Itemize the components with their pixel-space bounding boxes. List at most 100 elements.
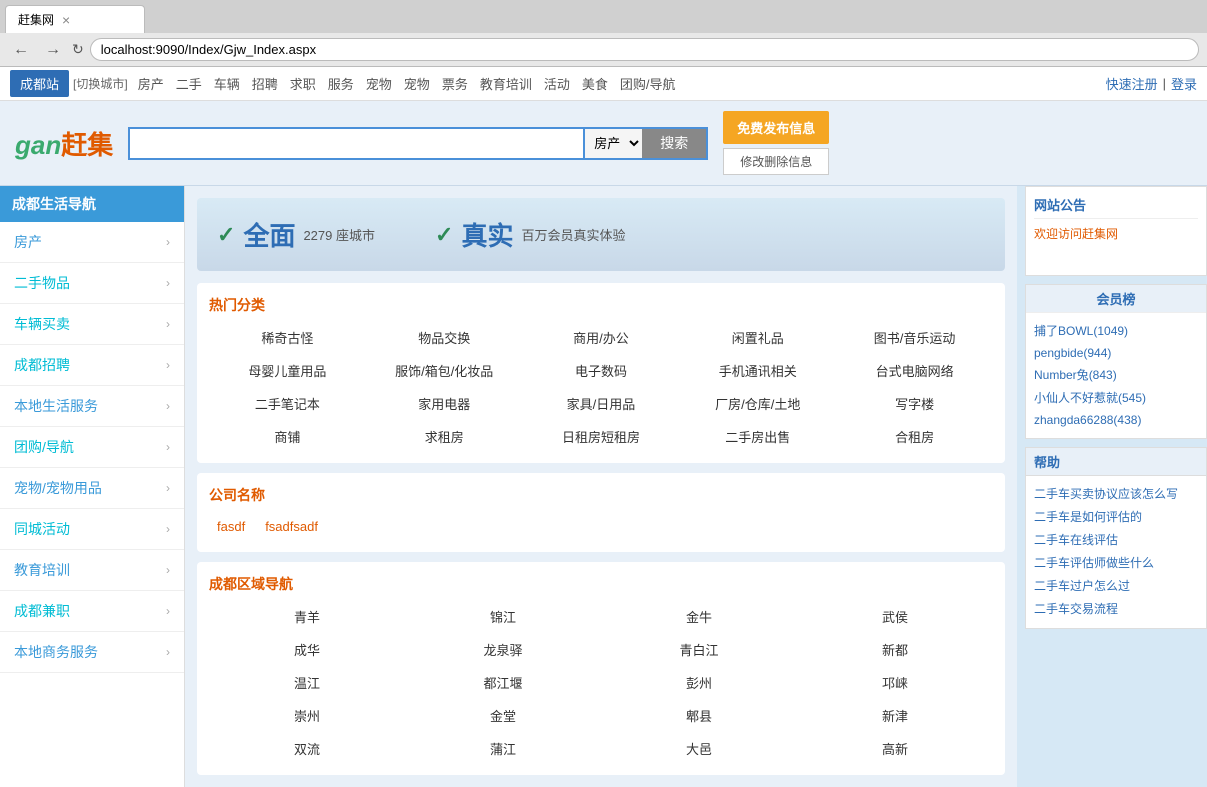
sidebar-item-secondhand[interactable]: 二手物品 › [0, 263, 184, 304]
nav-link-service[interactable]: 服务 [328, 74, 354, 93]
cat-item-17[interactable]: 日租房短租房 [523, 422, 680, 451]
sidebar-item-edu[interactable]: 教育培训 › [0, 550, 184, 591]
member-link-0[interactable]: 捕了BOWL(1049) [1034, 324, 1128, 338]
nav-link-job[interactable]: 求职 [290, 74, 316, 93]
district-item-6[interactable]: 青白江 [601, 635, 797, 664]
district-item-11[interactable]: 邛崃 [797, 668, 993, 697]
help-title: 帮助 [1026, 448, 1206, 476]
cat-item-14[interactable]: 写字楼 [836, 389, 993, 418]
cat-item-7[interactable]: 电子数码 [523, 356, 680, 385]
browser-tab[interactable]: 赶集网 × [5, 5, 145, 33]
district-item-7[interactable]: 新都 [797, 635, 993, 664]
nav-link-activity[interactable]: 活动 [544, 74, 570, 93]
district-item-3[interactable]: 武侯 [797, 602, 993, 631]
district-item-1[interactable]: 锦江 [405, 602, 601, 631]
nav-link-vehicle[interactable]: 车辆 [214, 74, 240, 93]
district-item-10[interactable]: 彭州 [601, 668, 797, 697]
sidebar-item-business[interactable]: 本地商务服务 › [0, 632, 184, 673]
member-item-1: pengbide(944) [1034, 342, 1198, 363]
nav-link-house[interactable]: 房产 [138, 74, 164, 93]
switch-city-link[interactable]: [切换城市] [73, 75, 128, 92]
cat-item-11[interactable]: 家用电器 [366, 389, 523, 418]
cat-item-3[interactable]: 闲置礼品 [679, 323, 836, 352]
sidebar-item-activity[interactable]: 同城活动 › [0, 509, 184, 550]
reload-button[interactable]: ↻ [72, 41, 84, 58]
cat-item-10[interactable]: 二手笔记本 [209, 389, 366, 418]
cat-item-4[interactable]: 图书/音乐运动 [836, 323, 993, 352]
sidebar-item-recruit[interactable]: 成都招聘 › [0, 345, 184, 386]
cat-item-2[interactable]: 商用/办公 [523, 323, 680, 352]
cat-item-13[interactable]: 厂房/仓库/土地 [679, 389, 836, 418]
tab-close-icon[interactable]: × [62, 12, 70, 28]
help-link-1[interactable]: 二手车是如何评估的 [1034, 510, 1142, 524]
help-item-5: 二手车交易流程 [1034, 597, 1198, 620]
sidebar-item-groupbuy[interactable]: 团购/导航 › [0, 427, 184, 468]
district-item-18[interactable]: 大邑 [601, 734, 797, 763]
sidebar-item-parttime[interactable]: 成都兼职 › [0, 591, 184, 632]
member-link-2[interactable]: Number兔(843) [1034, 368, 1117, 382]
checkmark-icon-1: ✓ [217, 222, 235, 248]
district-item-8[interactable]: 温江 [209, 668, 405, 697]
announcement-title: 网站公告 [1034, 195, 1198, 219]
sidebar-item-local-service[interactable]: 本地生活服务 › [0, 386, 184, 427]
district-item-16[interactable]: 双流 [209, 734, 405, 763]
nav-link-recruit[interactable]: 招聘 [252, 74, 278, 93]
district-grid: 青羊 锦江 金牛 武侯 成华 龙泉驿 青白江 新都 温江 都江堰 彭州 邛崃 崇… [209, 602, 993, 763]
nav-link-food[interactable]: 美食 [582, 74, 608, 93]
modify-delete-button[interactable]: 修改删除信息 [723, 148, 829, 175]
login-link[interactable]: 登录 [1171, 74, 1197, 93]
cat-item-16[interactable]: 求租房 [366, 422, 523, 451]
cat-item-8[interactable]: 手机通讯相关 [679, 356, 836, 385]
nav-link-ticket[interactable]: 票务 [442, 74, 468, 93]
back-button[interactable]: ← [8, 39, 34, 61]
cat-item-15[interactable]: 商铺 [209, 422, 366, 451]
district-item-4[interactable]: 成华 [209, 635, 405, 664]
cat-item-1[interactable]: 物品交换 [366, 323, 523, 352]
nav-link-edu[interactable]: 教育培训 [480, 74, 532, 93]
district-item-2[interactable]: 金牛 [601, 602, 797, 631]
cat-item-19[interactable]: 合租房 [836, 422, 993, 451]
search-category-select[interactable]: 房产 [583, 127, 642, 160]
help-link-3[interactable]: 二手车评估师做些什么 [1034, 556, 1154, 570]
nav-link-pet2[interactable]: 宠物 [404, 74, 430, 93]
member-link-1[interactable]: pengbide(944) [1034, 346, 1111, 360]
district-item-15[interactable]: 新津 [797, 701, 993, 730]
district-item-17[interactable]: 蒲江 [405, 734, 601, 763]
district-item-19[interactable]: 高新 [797, 734, 993, 763]
district-item-0[interactable]: 青羊 [209, 602, 405, 631]
cat-item-6[interactable]: 服饰/箱包/化妆品 [366, 356, 523, 385]
help-link-2[interactable]: 二手车在线评估 [1034, 533, 1118, 547]
sidebar-item-vehicle[interactable]: 车辆买卖 › [0, 304, 184, 345]
district-item-9[interactable]: 都江堰 [405, 668, 601, 697]
district-item-14[interactable]: 郫县 [601, 701, 797, 730]
city-button[interactable]: 成都站 [10, 70, 69, 97]
nav-link-pet1[interactable]: 宠物 [366, 74, 392, 93]
cat-item-9[interactable]: 台式电脑网络 [836, 356, 993, 385]
search-input[interactable] [128, 127, 583, 160]
quick-register-link[interactable]: 快速注册 [1106, 74, 1158, 93]
url-input[interactable] [90, 38, 1199, 61]
help-link-0[interactable]: 二手车买卖协议应该怎么写 [1034, 487, 1178, 501]
help-link-4[interactable]: 二手车过户怎么过 [1034, 579, 1130, 593]
cat-item-12[interactable]: 家具/日用品 [523, 389, 680, 418]
member-link-3[interactable]: 小仙人不好惹就(545) [1034, 391, 1146, 405]
company-link-0[interactable]: fasdf [217, 519, 245, 534]
help-link-5[interactable]: 二手车交易流程 [1034, 602, 1118, 616]
cat-item-0[interactable]: 稀奇古怪 [209, 323, 366, 352]
district-item-13[interactable]: 金堂 [405, 701, 601, 730]
banner-main-1: 全面 [243, 216, 295, 253]
nav-link-groupbuy[interactable]: 团购/导航 [620, 74, 676, 93]
search-button[interactable]: 搜索 [642, 127, 708, 160]
sidebar-item-house[interactable]: 房产 › [0, 222, 184, 263]
cat-item-5[interactable]: 母婴儿童用品 [209, 356, 366, 385]
free-post-button[interactable]: 免费发布信息 [723, 111, 829, 144]
sidebar-item-pet[interactable]: 宠物/宠物用品 › [0, 468, 184, 509]
nav-link-secondhand[interactable]: 二手 [176, 74, 202, 93]
cat-item-18[interactable]: 二手房出售 [679, 422, 836, 451]
member-link-4[interactable]: zhangda66288(438) [1034, 413, 1141, 427]
district-item-5[interactable]: 龙泉驿 [405, 635, 601, 664]
sidebar-item-label: 二手物品 [14, 273, 70, 293]
company-link-1[interactable]: fsadfsadf [265, 519, 318, 534]
forward-button[interactable]: → [40, 39, 66, 61]
district-item-12[interactable]: 崇州 [209, 701, 405, 730]
